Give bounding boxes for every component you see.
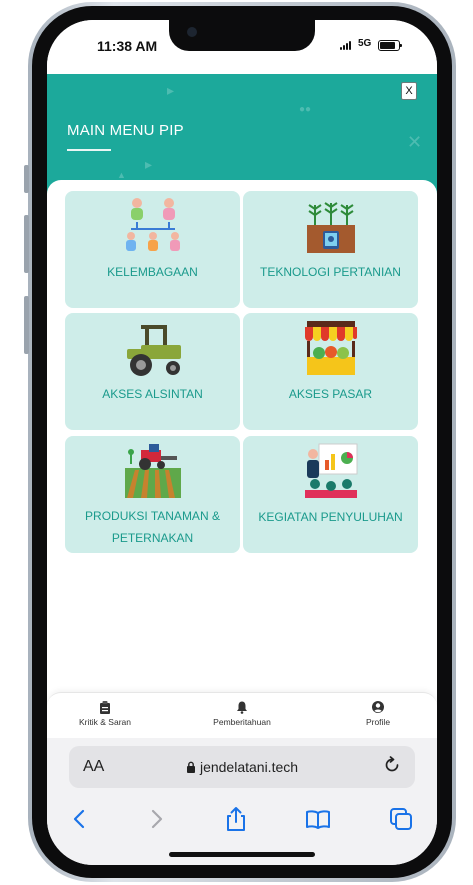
url-display[interactable]: jendelatani.tech (69, 759, 415, 775)
nav-label: Kritik & Saran (79, 717, 131, 727)
network-type: 5G (358, 38, 372, 49)
user-circle-icon (372, 701, 384, 713)
menu-panel: KELEMBAGAAN TEKNOLOGI PERTANIAN AKSES AL… (47, 180, 437, 700)
menu-item-label: KELEMBAGAAN (107, 265, 198, 279)
reload-icon[interactable] (383, 756, 401, 774)
menu-item-akses-pasar[interactable]: AKSES PASAR (243, 313, 418, 430)
safari-toolbar: AA jendelatani.tech (47, 738, 437, 865)
tractor-field-icon (125, 444, 181, 498)
menu-item-label: AKSES ALSINTAN (102, 387, 203, 401)
menu-item-label-line2: PETERNAKAN (111, 531, 194, 545)
forward-icon[interactable] (143, 806, 169, 832)
status-bar: 11:38 AM 5G (47, 20, 437, 74)
volume-down-button (24, 296, 29, 354)
market-stall-icon (305, 321, 357, 375)
close-button[interactable]: X (401, 82, 417, 100)
bookmarks-icon[interactable] (305, 806, 331, 832)
share-icon[interactable] (223, 806, 249, 832)
nav-pemberitahuan[interactable]: Pemberitahuan (187, 699, 297, 727)
clipboard-icon (100, 701, 110, 714)
tabs-icon[interactable] (388, 806, 414, 832)
people-organization-icon (126, 198, 180, 251)
nav-profile[interactable]: Profile (323, 699, 433, 727)
menu-item-akses-alsintan[interactable]: AKSES ALSINTAN (65, 313, 240, 430)
menu-item-kegiatan-penyuluhan[interactable]: KEGIATAN PENYULUHAN (243, 436, 418, 553)
signal-icon (340, 41, 354, 50)
menu-item-kelembagaan[interactable]: KELEMBAGAAN (65, 191, 240, 308)
battery-icon (378, 40, 402, 51)
phone-screen: 11:38 AM 5G ▸ ●● ✕ ▸ ◆ ▲ MAIN MENU PIP X (47, 20, 437, 865)
front-camera (187, 27, 197, 37)
menu-item-label: KEGIATAN PENYULUHAN (258, 510, 403, 524)
home-indicator (169, 852, 315, 857)
plant-tablet-icon (307, 202, 355, 253)
nav-label: Profile (365, 717, 391, 727)
mute-switch (24, 165, 29, 193)
menu-item-label: TEKNOLOGI PERTANIAN (260, 265, 401, 279)
menu-item-teknologi-pertanian[interactable]: TEKNOLOGI PERTANIAN (243, 191, 418, 308)
status-time: 11:38 AM (97, 38, 158, 54)
url-text: jendelatani.tech (199, 759, 299, 775)
page-title: MAIN MENU PIP (67, 122, 184, 139)
lock-icon (186, 761, 195, 773)
bottom-navigation: Kritik & Saran Pemberitahuan Profile (47, 692, 437, 739)
presentation-board-icon (305, 443, 358, 498)
tractor-icon (127, 325, 181, 376)
title-underline (67, 149, 111, 151)
notch (169, 20, 315, 51)
back-icon[interactable] (67, 806, 93, 832)
menu-item-produksi-tanaman-peternakan[interactable]: PRODUKSI TANAMAN & PETERNAKAN (65, 436, 240, 553)
nav-kritik-saran[interactable]: Kritik & Saran (50, 699, 160, 727)
address-bar[interactable]: AA jendelatani.tech (69, 746, 415, 788)
nav-label: Pemberitahuan (213, 717, 271, 727)
bell-icon (237, 701, 247, 714)
volume-up-button (24, 215, 29, 273)
menu-item-label: AKSES PASAR (288, 387, 373, 401)
menu-item-label-line1: PRODUKSI TANAMAN & (85, 509, 220, 523)
